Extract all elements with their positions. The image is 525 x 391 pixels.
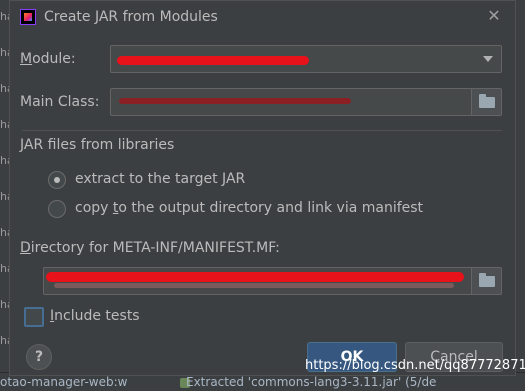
include-tests-label: Include tests [50, 308, 140, 324]
directory-field[interactable] [43, 267, 502, 295]
radio-copy[interactable] [48, 200, 66, 218]
include-tests-checkbox[interactable] [24, 307, 44, 327]
redaction-mark [119, 98, 351, 104]
module-select[interactable] [110, 45, 502, 73]
radio-copy-pre: copy [75, 200, 113, 216]
radio-copy-post: o the output directory and link via mani… [118, 200, 424, 216]
separator [22, 130, 502, 131]
browse-main-class-button[interactable] [471, 89, 501, 115]
include-tests-rest: nclude tests [54, 308, 140, 324]
radio-copy-label: copy to the output directory and link vi… [75, 200, 423, 216]
module-label: Module: [20, 51, 76, 67]
jar-files-label: JAR files from libraries [20, 137, 175, 153]
radio-extract-label: extract to the target JAR [75, 171, 246, 187]
redaction-mark [117, 56, 309, 65]
folder-icon [479, 273, 495, 287]
create-jar-dialog: Create JAR from Modules ✕ Module: Main C… [9, 0, 516, 376]
dialog-title: Create JAR from Modules [44, 9, 218, 25]
directory-label: Directory for META-INF/MANIFEST.MF: [20, 240, 280, 256]
ide-bottom-left-text: otao-manager-web:w [0, 375, 128, 389]
intellij-logo-icon [20, 9, 36, 25]
directory-label-rest: irectory for META-INF/MANIFEST.MF: [30, 240, 280, 256]
main-class-field[interactable] [110, 88, 502, 116]
redaction-mark [54, 283, 454, 288]
close-icon[interactable]: ✕ [485, 7, 503, 25]
help-button[interactable]: ? [26, 344, 52, 370]
radio-extract[interactable] [48, 171, 66, 189]
directory-label-mnemonic: D [20, 240, 31, 256]
module-label-rest: odule: [32, 51, 76, 67]
chevron-down-icon[interactable] [483, 56, 493, 62]
dialog-titlebar[interactable]: Create JAR from Modules ✕ [10, 1, 515, 33]
folder-icon [479, 94, 495, 108]
module-label-mnemonic: M [20, 51, 33, 67]
browse-directory-button[interactable] [471, 268, 501, 294]
redaction-mark [46, 272, 464, 282]
ide-bottom-message: Extracted 'commons-lang3-3.11.jar' (5/de [186, 375, 437, 389]
main-class-label: Main Class: [20, 94, 100, 110]
watermark: https://blog.csdn.net/qq877728715 [305, 358, 525, 373]
